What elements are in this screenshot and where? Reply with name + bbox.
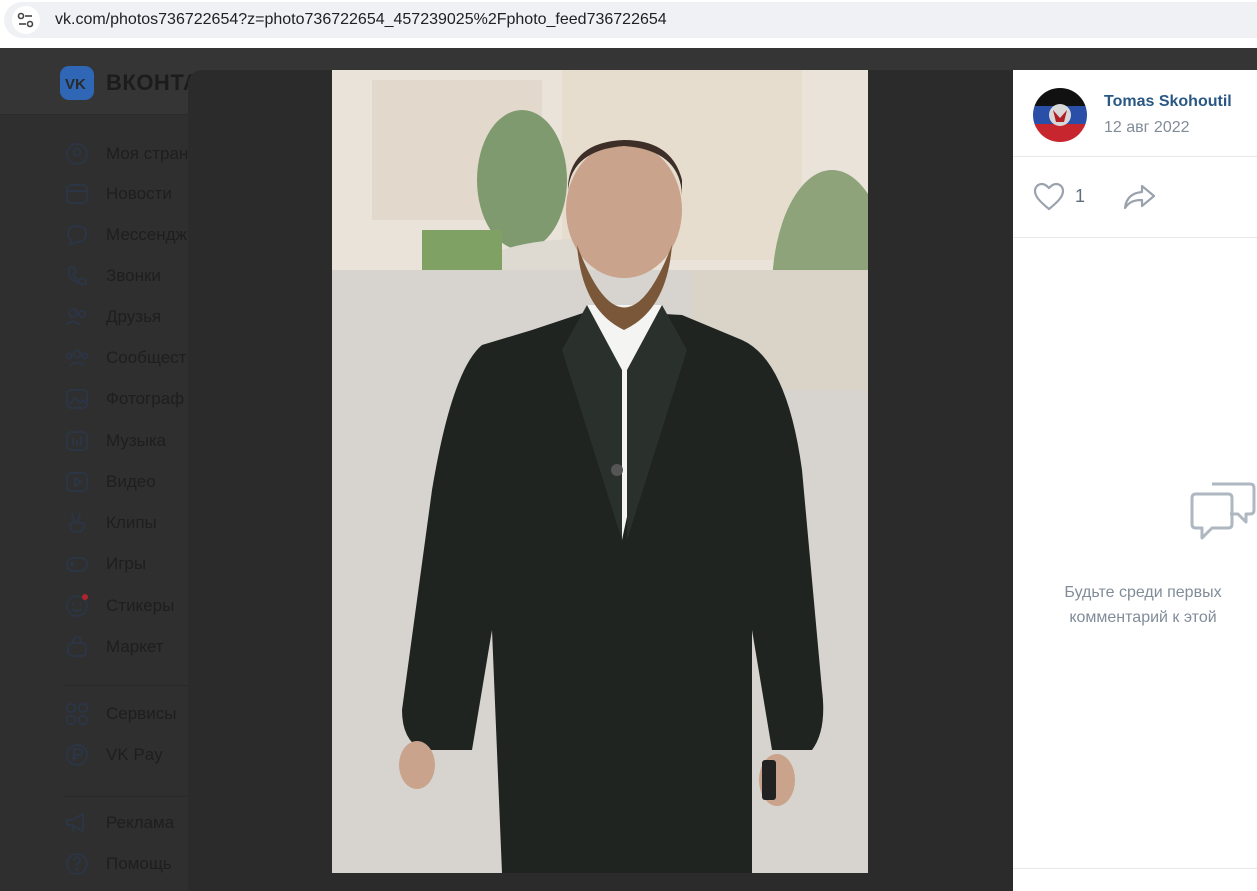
sidebar-divider: [64, 796, 188, 797]
sidebar-item-2[interactable]: Новости: [60, 175, 200, 211]
ads-icon: [64, 810, 90, 836]
author-avatar[interactable]: [1033, 88, 1087, 142]
empty-text-line-2: комментарий к этой: [1069, 609, 1217, 626]
sidebar-item-17[interactable]: Помощь: [60, 845, 200, 881]
video-icon: [64, 469, 90, 495]
url-text[interactable]: vk.com/photos736722654?z=photo736722654_…: [55, 11, 667, 29]
sidebar-item-10[interactable]: Клипы: [60, 504, 200, 540]
clips-icon: [64, 510, 90, 536]
sidebar-item-label: Сообщест: [106, 348, 187, 367]
news-icon: [64, 181, 90, 207]
market-icon: [64, 634, 90, 660]
svg-text:VK: VK: [65, 76, 86, 93]
comments-empty-text: Будьте среди первых комментарий к этой: [993, 580, 1257, 630]
post-date: 12 авг 2022: [1104, 119, 1190, 136]
sidebar-item-label: Новости: [106, 184, 172, 203]
sidebar-item-8[interactable]: Музыка: [60, 422, 200, 458]
like-count: 1: [1075, 186, 1086, 206]
sidebar-item-3[interactable]: Мессендж: [60, 216, 200, 252]
sidebar-item-1[interactable]: Моя стран: [60, 135, 200, 171]
vkpay-icon: [64, 742, 90, 768]
empty-text-line-1: Будьте среди первых: [1064, 584, 1222, 601]
sidebar-item-label: VK Pay: [106, 745, 163, 764]
music-icon: [64, 428, 90, 454]
services-icon: [64, 701, 90, 727]
sidebar-item-label: Сервисы: [106, 704, 177, 723]
help-icon: [64, 851, 90, 877]
photo-image[interactable]: [332, 70, 868, 873]
games-icon: [64, 551, 90, 577]
sidebar-item-6[interactable]: Сообщест: [60, 339, 200, 375]
share-icon[interactable]: [1123, 182, 1157, 212]
url-field[interactable]: vk.com/photos736722654?z=photo736722654_…: [4, 2, 1257, 38]
sidebar-item-label: Стикеры: [106, 596, 175, 615]
sidebar-item-label: Фотограф: [106, 389, 185, 408]
browser-address-bar: vk.com/photos736722654?z=photo736722654_…: [0, 0, 1257, 48]
sidebar-item-13[interactable]: Маркет: [60, 628, 200, 664]
sidebar-item-15[interactable]: VK Pay: [60, 736, 200, 772]
comment-box-divider: [1013, 868, 1257, 869]
sidebar-item-4[interactable]: Звонки: [60, 257, 200, 293]
sidebar-item-label: Музыка: [106, 431, 167, 450]
author-name-link[interactable]: Tomas Skohoutil: [1104, 93, 1232, 111]
sidebar-divider: [64, 685, 188, 686]
sidebar-item-5[interactable]: Друзья: [60, 298, 200, 334]
photos-icon: [64, 386, 90, 412]
messenger-icon: [64, 222, 90, 248]
photo-viewer: Tomas Skohoutil 12 авг 2022 1 Будьте сре…: [188, 70, 1257, 891]
sidebar-item-label: Моя стран: [106, 144, 189, 163]
sidebar-item-7[interactable]: Фотограф: [60, 380, 200, 416]
photo-side-panel: Tomas Skohoutil 12 авг 2022 1 Будьте сре…: [1013, 70, 1257, 891]
stickers-icon: [64, 593, 90, 619]
sidebar-item-label: Маркет: [106, 637, 164, 656]
sidebar-item-16[interactable]: Реклама: [60, 804, 200, 840]
vk-logo-icon[interactable]: VK: [60, 66, 94, 100]
communities-icon: [64, 345, 90, 371]
heart-icon[interactable]: [1033, 182, 1065, 212]
author-row: Tomas Skohoutil 12 авг 2022: [1013, 70, 1257, 157]
sidebar-item-label: Друзья: [106, 307, 162, 326]
sidebar-item-label: Клипы: [106, 513, 157, 532]
friends-icon: [64, 304, 90, 330]
sidebar-item-label: Помощь: [106, 854, 172, 873]
site-settings-icon[interactable]: [12, 6, 40, 34]
sidebar-item-label: Видео: [106, 472, 156, 491]
sidebar-item-label: Звонки: [106, 266, 161, 285]
sidebar-item-label: Мессендж: [106, 225, 187, 244]
sidebar-item-label: Реклама: [106, 813, 175, 832]
sidebar-item-9[interactable]: Видео: [60, 463, 200, 499]
sidebar-item-label: Игры: [106, 554, 147, 573]
sidebar-item-12[interactable]: Стикеры: [60, 587, 200, 623]
actions-row: 1: [1013, 157, 1257, 238]
sidebar-item-14[interactable]: Сервисы: [60, 695, 200, 731]
phone-icon: [64, 263, 90, 289]
profile-icon: [64, 141, 90, 167]
sidebar-item-11[interactable]: Игры: [60, 545, 200, 581]
vk-logo-text[interactable]: ВКОНТА: [106, 70, 199, 96]
comments-empty-icon: [1188, 480, 1257, 550]
